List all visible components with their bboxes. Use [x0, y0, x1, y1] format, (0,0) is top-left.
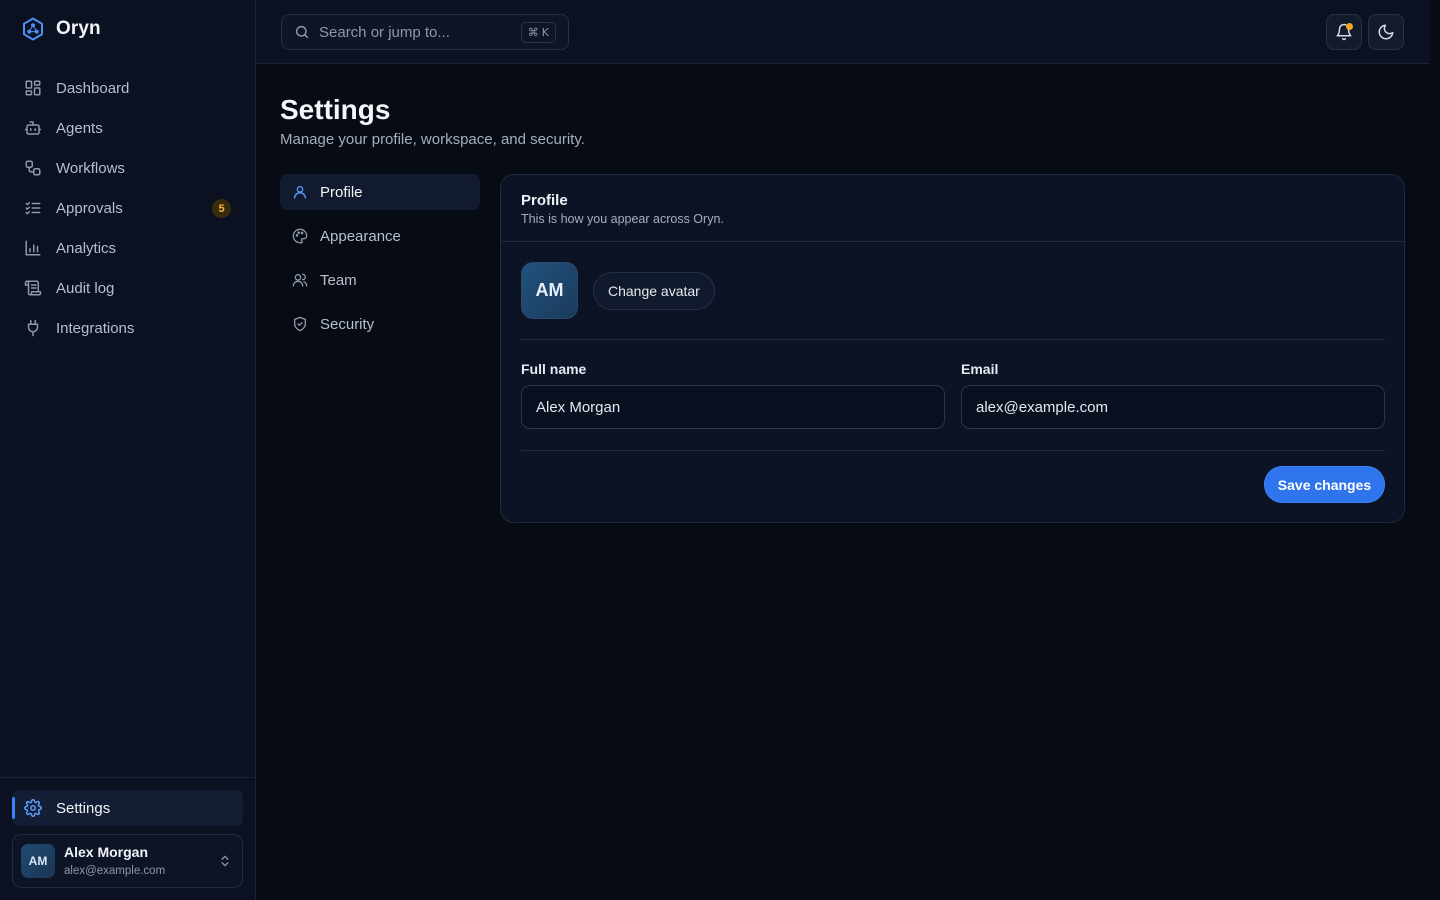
- moon-icon: [1377, 23, 1395, 41]
- brand-name: Oryn: [56, 18, 101, 39]
- sidebar-nav: Dashboard Agents Workflows Approvals 5 A…: [12, 70, 243, 350]
- sidebar-item-agents[interactable]: Agents: [12, 110, 243, 146]
- profile-card: Profile This is how you appear across Or…: [500, 174, 1405, 523]
- sidebar-item-label: Approvals: [56, 199, 123, 217]
- user-menu[interactable]: AM Alex Morgan alex@example.com: [12, 834, 243, 888]
- palette-icon: [292, 228, 308, 244]
- tab-label: Appearance: [320, 227, 401, 245]
- keyboard-shortcut-hint: ⌘ K: [520, 22, 556, 43]
- change-avatar-button[interactable]: Change avatar: [593, 272, 715, 310]
- shield-icon: [292, 316, 308, 332]
- tab-security[interactable]: Security: [280, 306, 480, 342]
- topbar: Search or jump to... ⌘ K: [256, 0, 1430, 64]
- page-title: Settings: [280, 94, 391, 125]
- card-title: Profile: [521, 192, 568, 209]
- sidebar-item-integrations[interactable]: Integrations: [12, 310, 243, 346]
- profile-avatar: AM: [521, 262, 578, 319]
- sidebar-item-dashboard[interactable]: Dashboard: [12, 70, 243, 106]
- sidebar-item-label: Dashboard: [56, 79, 130, 97]
- notifications-button[interactable]: [1326, 14, 1362, 50]
- email-label: Email: [961, 361, 999, 377]
- email-field[interactable]: alex@example.com: [961, 385, 1385, 429]
- sidebar-item-label: Audit log: [56, 279, 115, 297]
- user-name: Alex Morgan: [64, 844, 149, 860]
- tab-label: Security: [320, 315, 375, 333]
- scroll-icon: [24, 279, 42, 297]
- sidebar-item-label: Agents: [56, 119, 103, 137]
- card-subtitle: This is how you appear across Oryn.: [521, 212, 724, 226]
- command-key: ⌘: [527, 26, 539, 39]
- sidebar-item-label: Integrations: [56, 319, 135, 337]
- tab-label: Team: [320, 271, 357, 289]
- page-subtitle: Manage your profile, workspace, and secu…: [280, 131, 585, 148]
- tab-appearance[interactable]: Appearance: [280, 218, 480, 254]
- list-checks-icon: [24, 199, 42, 217]
- sidebar-item-label: Workflows: [56, 159, 125, 177]
- divider: [521, 450, 1385, 451]
- sidebar-item-analytics[interactable]: Analytics: [12, 230, 243, 266]
- bar-chart-icon: [24, 239, 42, 257]
- logo-icon: [22, 17, 44, 41]
- sidebar-item-label: Settings: [56, 799, 111, 817]
- divider: [521, 339, 1385, 340]
- search-icon: [294, 24, 310, 40]
- tab-profile[interactable]: Profile: [280, 174, 480, 210]
- dashboard-icon: [24, 79, 42, 97]
- card-header: Profile This is how you appear across Or…: [501, 175, 1404, 242]
- user-icon: [292, 184, 308, 200]
- sidebar-item-settings[interactable]: Settings: [12, 790, 243, 826]
- sidebar: Oryn Dashboard Agents Workflows Approval…: [0, 0, 256, 900]
- notification-dot: [1346, 23, 1353, 30]
- users-icon: [292, 272, 308, 288]
- theme-toggle-button[interactable]: [1368, 14, 1404, 50]
- user-email: alex@example.com: [64, 865, 166, 877]
- tab-team[interactable]: Team: [280, 262, 480, 298]
- brand[interactable]: Oryn: [22, 16, 101, 42]
- sidebar-item-label: Analytics: [56, 239, 117, 257]
- full-name-label: Full name: [521, 361, 587, 377]
- sidebar-divider: [0, 777, 255, 778]
- plug-icon: [24, 319, 42, 337]
- sidebar-item-workflows[interactable]: Workflows: [12, 150, 243, 186]
- approvals-count-badge: 5: [212, 199, 231, 218]
- sidebar-item-approvals[interactable]: Approvals 5: [12, 190, 243, 226]
- avatar: AM: [21, 844, 55, 878]
- tab-label: Profile: [320, 183, 363, 201]
- bot-icon: [24, 119, 42, 137]
- sidebar-item-audit-log[interactable]: Audit log: [12, 270, 243, 306]
- chevrons-up-down-icon: [218, 853, 232, 869]
- search-placeholder: Search or jump to...: [319, 23, 450, 41]
- shortcut-key: K: [541, 26, 549, 39]
- search-input[interactable]: Search or jump to... ⌘ K: [281, 14, 569, 50]
- gear-icon: [24, 799, 42, 817]
- save-changes-button[interactable]: Save changes: [1264, 466, 1385, 503]
- settings-nav: Profile Appearance Team Security: [280, 174, 480, 350]
- workflow-icon: [24, 159, 42, 177]
- full-name-field[interactable]: Alex Morgan: [521, 385, 945, 429]
